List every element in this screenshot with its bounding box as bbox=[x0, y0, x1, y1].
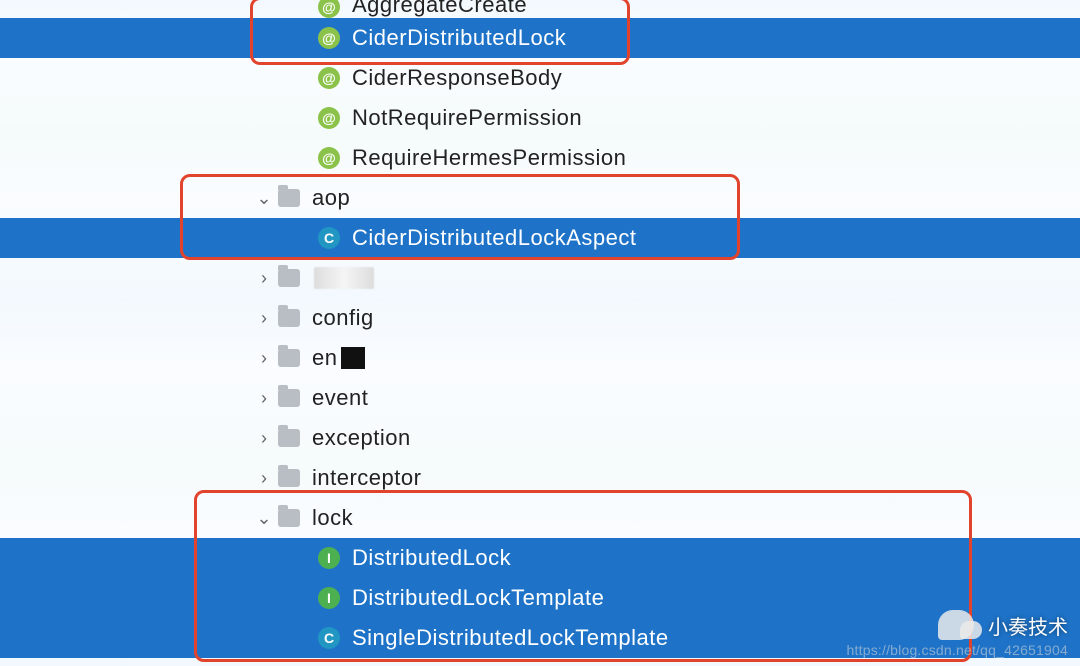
tree-item-label: CiderDistributedLock bbox=[352, 25, 566, 51]
tree-item-label: en bbox=[312, 345, 337, 371]
redacted-label bbox=[314, 267, 374, 289]
tree-row[interactable]: › config bbox=[0, 298, 1080, 338]
annotation-icon bbox=[318, 27, 340, 49]
chevron-right-icon[interactable]: › bbox=[250, 268, 278, 289]
folder-icon bbox=[278, 509, 300, 527]
tree-row[interactable]: AggregateCreate bbox=[0, 0, 1080, 18]
annotation-icon bbox=[318, 147, 340, 169]
tree-row[interactable]: CiderDistributedLock bbox=[0, 18, 1080, 58]
folder-icon bbox=[278, 309, 300, 327]
tree-item-label: AggregateCreate bbox=[352, 0, 527, 18]
chevron-right-icon[interactable]: › bbox=[250, 468, 278, 489]
annotation-icon bbox=[318, 0, 340, 18]
interface-icon bbox=[318, 547, 340, 569]
tree-item-label: exception bbox=[312, 425, 411, 451]
tree-item-label: interceptor bbox=[312, 465, 421, 491]
interface-icon bbox=[318, 587, 340, 609]
watermark-url: https://blog.csdn.net/qq_42651904 bbox=[847, 642, 1068, 658]
tree-row[interactable]: › event bbox=[0, 378, 1080, 418]
chevron-right-icon[interactable]: › bbox=[250, 348, 278, 369]
tree-row[interactable]: RequireHermesPermission bbox=[0, 138, 1080, 178]
tree-row[interactable]: › interceptor bbox=[0, 458, 1080, 498]
tree-row[interactable]: NotRequirePermission bbox=[0, 98, 1080, 138]
annotation-icon bbox=[318, 107, 340, 129]
tree-item-label: DistributedLockTemplate bbox=[352, 585, 604, 611]
watermark-name: 小奏技术 bbox=[988, 611, 1068, 640]
chevron-down-icon[interactable]: ⌄ bbox=[250, 508, 278, 529]
folder-icon bbox=[278, 189, 300, 207]
chevron-right-icon[interactable]: › bbox=[250, 308, 278, 329]
tree-item-label: config bbox=[312, 305, 374, 331]
tree-row[interactable]: ⌄ lock bbox=[0, 498, 1080, 538]
tree-item-label: CiderDistributedLockAspect bbox=[352, 225, 636, 251]
tree-row[interactable]: CiderDistributedLockAspect bbox=[0, 218, 1080, 258]
tree-item-label: event bbox=[312, 385, 368, 411]
tree-row[interactable]: › en bbox=[0, 338, 1080, 378]
tree-item-label: CiderResponseBody bbox=[352, 65, 562, 91]
annotation-icon bbox=[318, 67, 340, 89]
tree-row[interactable]: › exception bbox=[0, 418, 1080, 458]
folder-icon bbox=[278, 429, 300, 447]
tree-row[interactable]: DistributedLock bbox=[0, 538, 1080, 578]
folder-icon bbox=[278, 349, 300, 367]
class-icon bbox=[318, 627, 340, 649]
tree-item-label: DistributedLock bbox=[352, 545, 511, 571]
tree-row[interactable]: CiderResponseBody bbox=[0, 58, 1080, 98]
redacted-block bbox=[341, 347, 365, 369]
chevron-down-icon[interactable]: ⌄ bbox=[250, 188, 278, 209]
tree-row[interactable]: › bbox=[0, 258, 1080, 298]
chevron-right-icon[interactable]: › bbox=[250, 428, 278, 449]
folder-icon bbox=[278, 469, 300, 487]
chevron-right-icon[interactable]: › bbox=[250, 388, 278, 409]
wechat-icon bbox=[960, 621, 982, 639]
tree-item-label: RequireHermesPermission bbox=[352, 145, 626, 171]
tree-item-label: aop bbox=[312, 185, 350, 211]
class-icon bbox=[318, 227, 340, 249]
tree-item-label: SingleDistributedLockTemplate bbox=[352, 625, 669, 651]
tree-item-label: NotRequirePermission bbox=[352, 105, 582, 131]
folder-icon bbox=[278, 389, 300, 407]
folder-icon bbox=[278, 269, 300, 287]
tree-item-label: lock bbox=[312, 505, 353, 531]
tree-row[interactable]: ⌄ aop bbox=[0, 178, 1080, 218]
